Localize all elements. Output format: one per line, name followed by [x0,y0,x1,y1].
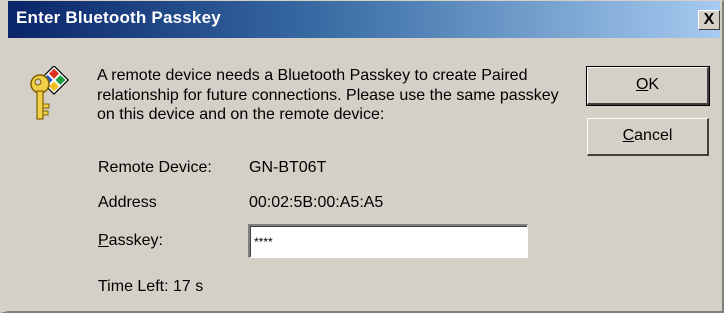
close-icon: X [703,11,715,28]
cancel-button[interactable]: Cancel [587,118,709,156]
cancel-button-label: Cancel [623,119,673,153]
instruction-message: A remote device needs a Bluetooth Passke… [97,67,559,123]
title-bar[interactable]: Enter Bluetooth Passkey X [8,1,720,38]
ok-accelerator: O [635,76,649,93]
address-value: 00:02:5B:00:A5:A5 [249,194,384,211]
bluetooth-passkey-dialog: Enter Bluetooth Passkey X A remote devic… [0,0,724,313]
ok-label-rest: K [648,76,660,93]
passkey-input[interactable] [248,224,528,258]
address-label: Address [98,194,157,211]
remote-device-label: Remote Device: [98,159,212,176]
key-icon [28,65,76,126]
passkey-label: Passkey: [98,232,163,250]
ok-button-label: OK [636,68,659,102]
time-left-countdown: Time Left: 17 s [98,278,204,295]
cancel-label-rest: ancel [634,127,673,144]
passkey-label-rest: asskey: [108,232,163,249]
cancel-accelerator: C [622,127,635,144]
dialog-title: Enter Bluetooth Passkey [16,8,221,27]
remote-device-value: GN-BT06T [249,159,327,176]
ok-button[interactable]: OK [586,66,710,106]
passkey-accelerator: P [98,232,109,249]
close-button[interactable]: X [698,10,720,30]
